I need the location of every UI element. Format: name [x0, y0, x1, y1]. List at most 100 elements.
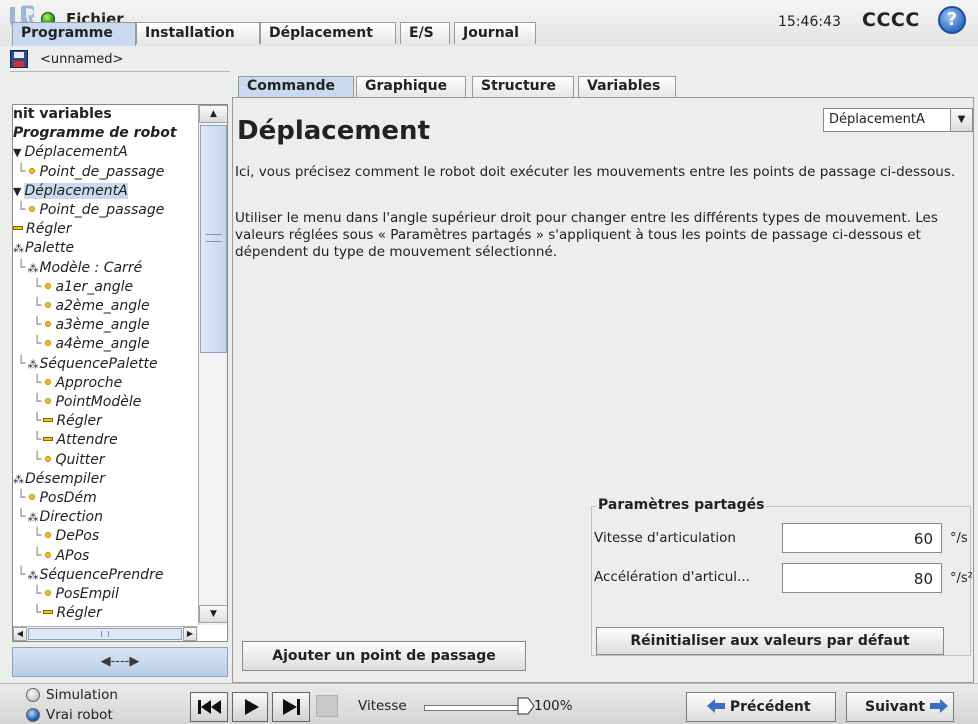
tab-deplacement[interactable]: Déplacement: [260, 22, 396, 44]
tree-horizontal-scrollbar[interactable]: ◀ ▶: [13, 626, 198, 641]
joint-speed-input[interactable]: 60: [782, 523, 942, 553]
tree-node-label: a4ème_angle: [55, 336, 150, 353]
joint-speed-unit: °/s: [950, 531, 968, 546]
speed-value: 100%: [534, 698, 573, 714]
next-button[interactable]: Suivant: [846, 692, 954, 722]
tree-node[interactable]: ▼ DéplacementA: [13, 182, 128, 201]
tree-node[interactable]: └ Régler: [13, 604, 102, 623]
rewind-button[interactable]: [190, 692, 228, 722]
step-button[interactable]: [272, 692, 310, 722]
tree-branch-line: └: [17, 490, 26, 506]
tree-node[interactable]: Programme de robot: [13, 124, 177, 143]
tree-node[interactable]: └ ⁂ SéquencePrendre: [13, 566, 163, 585]
scroll-up-icon[interactable]: ▲: [199, 105, 227, 123]
tree-node[interactable]: └ ⁂ Modèle : Carré: [13, 259, 142, 278]
tree-node[interactable]: └ a4ème_angle: [13, 335, 150, 354]
move-type-dropdown[interactable]: DéplacementA ▼: [823, 108, 973, 132]
tab-variables[interactable]: Variables: [578, 76, 676, 97]
tree-node-label: a3ème_angle: [55, 317, 150, 334]
tree-node[interactable]: └ ⁂ Direction: [13, 508, 103, 527]
previous-button[interactable]: Précédent: [686, 692, 836, 722]
tree-branch-line: └: [17, 566, 26, 583]
next-label: Suivant: [865, 699, 926, 715]
play-button[interactable]: [232, 692, 268, 722]
group-icon: ⁂: [27, 511, 38, 525]
tab-graphique[interactable]: Graphique: [356, 76, 466, 97]
tree-vertical-scrollbar[interactable]: ▲ ▼: [198, 105, 227, 625]
chevron-down-icon[interactable]: ▼: [950, 109, 972, 131]
real-robot-radio[interactable]: [26, 708, 40, 722]
tab-journal[interactable]: Journal: [454, 22, 536, 44]
shared-parameters-group: Paramètres partagés Vitesse d'articulati…: [591, 497, 973, 656]
tree-node[interactable]: └ DePos: [13, 527, 99, 546]
tree-node[interactable]: ▼ DéplacementA: [13, 143, 128, 162]
set-icon: [43, 436, 54, 441]
tree-node[interactable]: └ Attendre: [13, 431, 118, 450]
tree-node[interactable]: └ Point_de_passage: [13, 201, 164, 220]
tree-branch-line: └: [17, 509, 26, 526]
expand-panel-button[interactable]: ◀----▶: [12, 647, 228, 677]
tab-programme[interactable]: Programme: [12, 22, 136, 46]
tree-node[interactable]: └ Point_de_passage: [13, 163, 164, 182]
tree-node[interactable]: └ PosDém: [13, 489, 97, 508]
add-waypoint-button[interactable]: Ajouter un point de passage: [242, 641, 526, 671]
tree-node-label: Désempiler: [25, 470, 105, 487]
h-scroll-thumb[interactable]: [28, 628, 182, 640]
stop-button[interactable]: [316, 695, 338, 717]
tree-branch-line: └: [33, 605, 42, 622]
tree-branch-line: └: [17, 355, 26, 372]
tree-branch-line: └: [17, 202, 26, 218]
tree-node[interactable]: └ ⁂ SéquencePalette: [13, 355, 158, 374]
simulation-radio[interactable]: [26, 688, 40, 702]
tree-node-label: Régler: [26, 221, 72, 238]
tree-branch-line: └: [33, 432, 42, 449]
scroll-left-icon[interactable]: ◀: [13, 627, 27, 641]
main-tabs: Programme Installation Déplacement E/S J…: [0, 22, 978, 46]
scroll-down-icon[interactable]: ▼: [199, 605, 227, 623]
program-tree[interactable]: nit variables Programme de robot ▼ Déplacem…: [12, 104, 228, 642]
tree-node[interactable]: └ a2ème_angle: [13, 297, 150, 316]
tree-node[interactable]: └ a3ème_angle: [13, 316, 150, 335]
speed-slider-handle[interactable]: [516, 696, 536, 716]
tree-branch-line: └: [33, 413, 42, 430]
arrow-right-icon: [929, 699, 948, 713]
group-icon: ⁂: [13, 242, 24, 256]
tree-node[interactable]: ⁂ Palette: [13, 239, 74, 258]
tree-node-label: a1er_angle: [55, 278, 134, 295]
tree-node[interactable]: └ a1er_angle: [13, 278, 133, 297]
reset-defaults-button[interactable]: Réinitialiser aux valeurs par défaut: [596, 627, 944, 655]
scroll-right-icon[interactable]: ▶: [183, 627, 197, 641]
tree-branch-line: └: [33, 298, 42, 314]
tree-branch-line: └: [17, 163, 26, 180]
tree-node-label: Quitter: [55, 451, 105, 468]
waypoint-icon: [45, 398, 52, 404]
tree-node[interactable]: nit variables: [13, 105, 112, 124]
tree-node[interactable]: ⁂ Désempiler: [13, 470, 105, 489]
program-header: <unnamed>: [10, 46, 230, 72]
tab-es[interactable]: E/S: [400, 22, 450, 44]
speed-label: Vitesse: [358, 698, 407, 714]
tree-node[interactable]: └ PosEmpil: [13, 585, 119, 604]
waypoint-icon: [45, 302, 52, 308]
tree-node[interactable]: └ Régler: [13, 412, 102, 431]
waypoint-icon: [29, 206, 36, 212]
tab-commande[interactable]: Commande: [238, 76, 354, 98]
tree-node-label: PointModèle: [55, 394, 142, 410]
simulation-label: Simulation: [46, 687, 118, 703]
bottom-bar: Simulation Vrai robot Vitesse 100% Précé…: [0, 683, 978, 724]
tree-node[interactable]: └ Quitter: [13, 451, 105, 470]
joint-accel-input[interactable]: 80: [782, 563, 942, 593]
scroll-thumb[interactable]: [200, 125, 227, 353]
tree-branch-line: └: [33, 374, 42, 391]
waypoint-icon: [45, 340, 52, 347]
tab-structure[interactable]: Structure: [472, 76, 574, 97]
waypoint-icon: [45, 532, 52, 539]
tree-node[interactable]: └ PointModèle: [13, 393, 141, 412]
tree-node[interactable]: └ Approche: [13, 374, 122, 393]
tree-node[interactable]: Régler: [13, 220, 72, 239]
waypoint-icon: [29, 494, 36, 500]
save-icon[interactable]: [10, 50, 28, 68]
expand-triangle-icon: ▼: [13, 146, 22, 160]
tab-installation[interactable]: Installation: [136, 22, 260, 44]
tree-node[interactable]: └ APos: [13, 547, 89, 566]
